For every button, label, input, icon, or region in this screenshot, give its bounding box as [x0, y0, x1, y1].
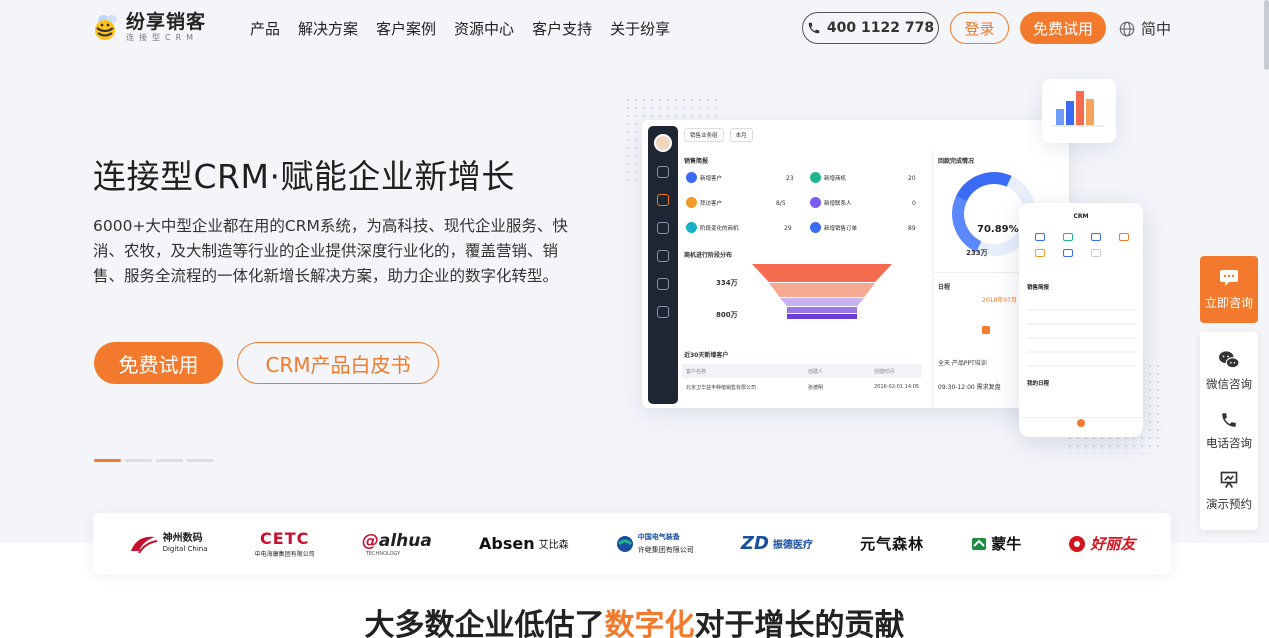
- site-header: 纷享销客 连接型CRM 产品 解决方案 客户案例 资源中心 客户支持 关于纷享 …: [0, 0, 1269, 56]
- mail-icon: [657, 250, 669, 262]
- stat-value: 89: [908, 225, 916, 232]
- phone-consult-button[interactable]: 电话咨询: [1206, 411, 1252, 451]
- stat-value: 8/5: [776, 200, 786, 207]
- stat-value: 0: [912, 200, 916, 207]
- funnel-value-2: 800万: [716, 311, 738, 319]
- bar-chart-card: [1042, 79, 1116, 143]
- dashboard-mockup: 销售业务组 本月 销售简报 新增客户 23 新增商机 20 拜访客户 8/5 新…: [642, 120, 1069, 408]
- carousel-dot-2[interactable]: [125, 459, 152, 462]
- telephone-icon: [1222, 413, 1236, 427]
- dashboard-filter-period: 本月: [729, 128, 753, 142]
- contact-panel: 微信咨询 电话咨询 演示预约: [1200, 332, 1258, 530]
- brand-logo-genki-forest: 元气森林: [860, 535, 925, 553]
- section-title: 大多数企业低估了数字化对于增长的贡献: [0, 600, 1269, 638]
- page-scrollbar[interactable]: [1264, 0, 1269, 70]
- brand-logo-cetc: CETC 中电海康集团有限公司: [254, 529, 315, 558]
- language-label: 简中: [1141, 20, 1172, 38]
- brand-logo-mengniu: 蒙牛: [971, 533, 1021, 554]
- funnel-value-1: 334万: [716, 279, 738, 287]
- dashboard-content: 销售业务组 本月: [684, 128, 1064, 142]
- document-icon: [657, 278, 669, 290]
- brand-logo-zhende: ZD 振德医疗: [740, 533, 813, 554]
- brand-logo-digital-china: 神州数码 Digital China: [129, 533, 208, 555]
- hero-title: 连接型CRM·赋能企业新增长: [93, 157, 515, 196]
- mobile-app-mockup: CRM 销售简报 我的日程: [1019, 203, 1143, 437]
- customer-logos: 神州数码 Digital China CETC 中电海康集团有限公司 @alhua…: [93, 513, 1171, 574]
- clock-icon: [657, 194, 669, 206]
- stat-item: 拜访客户: [686, 197, 722, 208]
- language-switcher[interactable]: 简中: [1118, 18, 1171, 39]
- nav-item-products[interactable]: 产品: [250, 18, 280, 39]
- brand-logo-dahua: @alhua TECHNOLOGY: [361, 530, 432, 557]
- brand-logo-xj-group: 中国电气装备 许继集团有限公司: [616, 533, 694, 555]
- presentation-icon: [1220, 471, 1238, 489]
- instant-consult-label: 立即咨询: [1204, 295, 1253, 310]
- mobile-section-title: 销售简报: [1027, 285, 1050, 291]
- collection-title: 回款完成情况: [938, 158, 975, 165]
- mobile-title: CRM: [1073, 213, 1089, 220]
- bee-logo-icon: [92, 12, 122, 42]
- gauge-value: 70.89%: [977, 224, 1019, 235]
- event-2: 09:30-12:00 需求复盘: [938, 384, 1001, 391]
- demo-booking-button[interactable]: 演示预约: [1206, 470, 1252, 512]
- pipeline-title: 商机进行阶段分布: [684, 252, 733, 259]
- whitepaper-button[interactable]: CRM产品白皮书: [237, 342, 439, 384]
- carousel-dot-4[interactable]: [187, 459, 214, 462]
- phone-button[interactable]: 400 1122 778: [802, 12, 939, 44]
- free-trial-button[interactable]: 免费试用: [1020, 12, 1106, 44]
- calendar-month: 2018年07月: [982, 297, 1017, 304]
- grid-icon: [657, 306, 669, 318]
- brand-logo-absen: Absen 艾比森: [478, 534, 569, 553]
- login-button[interactable]: 登录: [950, 12, 1009, 44]
- section-title-highlight: 数字化: [604, 608, 695, 638]
- nav-item-solutions[interactable]: 解决方案: [298, 18, 358, 39]
- nav-item-about[interactable]: 关于纷享: [610, 18, 670, 39]
- gauge-stat: 233万: [966, 249, 988, 257]
- main-nav: 产品 解决方案 客户案例 资源中心 客户支持 关于纷享: [250, 18, 670, 39]
- stat-item: 新增商机: [810, 172, 846, 183]
- wechat-icon: [1219, 351, 1240, 368]
- stat-item: 阶段变化的商机: [686, 222, 739, 233]
- stat-item: 新增联系人: [810, 197, 852, 208]
- calendar-title: 日程: [938, 284, 951, 291]
- avatar: [654, 134, 672, 152]
- logo-subtitle: 连接型CRM: [126, 33, 199, 42]
- dashboard-sidebar: [648, 126, 678, 404]
- stat-value: 29: [784, 225, 792, 232]
- nav-item-cases[interactable]: 客户案例: [376, 18, 436, 39]
- globe-icon: [1119, 21, 1135, 36]
- phone-icon: [808, 22, 820, 34]
- carousel-dot-1[interactable]: [94, 459, 121, 462]
- table-header: 客户名称 创建人 创建时间: [682, 364, 922, 378]
- nav-item-support[interactable]: 客户支持: [532, 18, 592, 39]
- event-1: 全天 产品PPT培训: [938, 360, 987, 367]
- stat-item: 新增销售订单: [810, 222, 857, 233]
- hero-free-trial-button[interactable]: 免费试用: [94, 342, 223, 384]
- brand-logo-orion: 好丽友: [1068, 533, 1135, 554]
- sales-brief-title: 销售简报: [684, 158, 709, 165]
- chat-icon: [657, 166, 669, 178]
- instant-consult-button[interactable]: 立即咨询: [1200, 256, 1258, 323]
- stat-item: 新增客户: [686, 172, 722, 183]
- location-icon: [657, 222, 669, 234]
- carousel-dot-3[interactable]: [156, 459, 183, 462]
- stat-value: 20: [908, 175, 916, 182]
- wechat-consult-button[interactable]: 微信咨询: [1206, 350, 1252, 392]
- recent-customers-title: 近30天新增客户: [684, 352, 729, 359]
- logo[interactable]: 纷享销客 连接型CRM: [92, 12, 206, 42]
- logo-name: 纷享销客: [126, 11, 207, 33]
- mobile-schedule-title: 我的日程: [1027, 381, 1050, 387]
- nav-item-resources[interactable]: 资源中心: [454, 18, 514, 39]
- hero-description: 6000+大中型企业都在用的CRM系统，为高科技、现代企业服务、快消、农牧，及大…: [93, 217, 568, 285]
- carousel-indicators: [94, 459, 214, 462]
- phone-number: 400 1122 778: [826, 20, 935, 36]
- sales-funnel: [752, 264, 892, 320]
- chat-bubble-icon: [1220, 269, 1238, 286]
- stat-value: 23: [786, 175, 794, 182]
- dashboard-filter-group: 销售业务组: [684, 128, 724, 142]
